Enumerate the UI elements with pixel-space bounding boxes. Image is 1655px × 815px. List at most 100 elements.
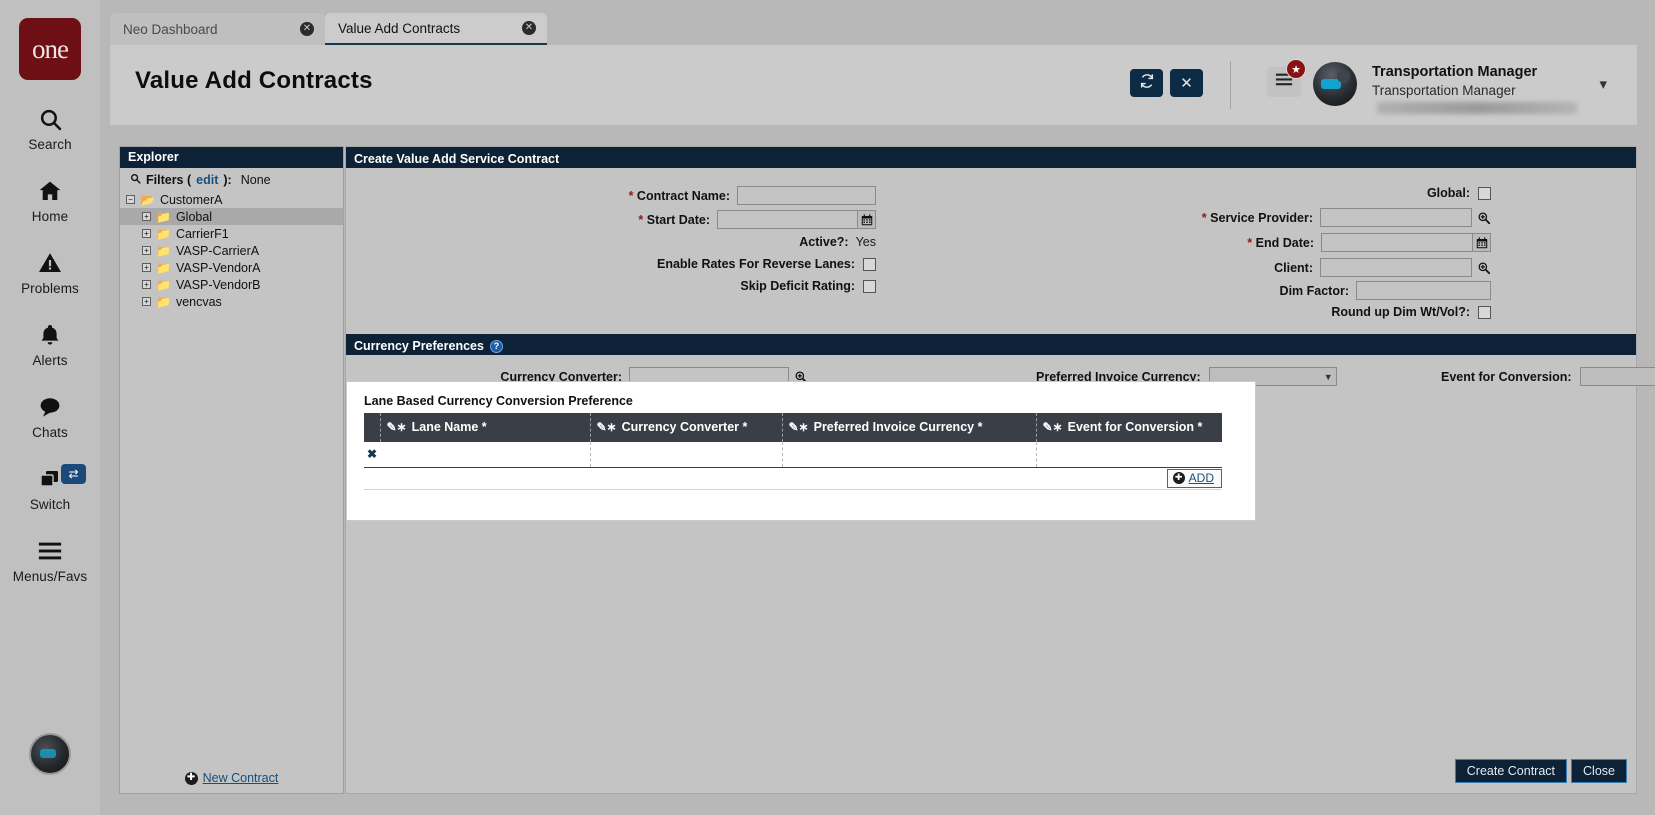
global-checkbox[interactable]	[1478, 186, 1491, 200]
help-icon[interactable]: ?	[489, 339, 503, 353]
sidebar-item-chats[interactable]: Chats	[0, 392, 100, 440]
tree-node-label: VASP-VendorA	[175, 260, 261, 275]
calendar-icon[interactable]	[1472, 233, 1491, 252]
client-input[interactable]	[1320, 258, 1472, 277]
required-marker: *	[628, 188, 634, 203]
close-button[interactable]: Close	[1571, 759, 1627, 783]
start-date-input[interactable]	[717, 210, 858, 229]
refresh-button[interactable]	[1130, 69, 1163, 97]
tree-node-vasp-carriera[interactable]: + 📁 VASP-CarrierA	[120, 242, 343, 259]
skip-deficit-rating-checkbox[interactable]	[863, 279, 876, 293]
folder-open-icon: 📂	[140, 192, 155, 207]
event-for-conversion-select[interactable]: ▼	[1579, 367, 1655, 386]
sidebar-item-search[interactable]: Search	[0, 104, 100, 152]
expand-icon[interactable]: +	[142, 246, 151, 255]
user-name: Transportation Manager	[1372, 64, 1538, 80]
edit-pencil-icon: ✎∗	[1042, 420, 1063, 434]
round-up-dim-checkbox[interactable]	[1478, 305, 1491, 319]
folder-icon: 📁	[156, 209, 171, 224]
cell-currency-converter[interactable]	[590, 442, 783, 468]
filters-value: None	[240, 173, 271, 187]
tree-node-vencvas[interactable]: + 📁 vencvas	[120, 293, 343, 310]
label-text: Contract Name:	[636, 188, 730, 203]
tree-node-label: vencvas	[175, 294, 222, 309]
expand-icon[interactable]: +	[142, 263, 151, 272]
sidebar-item-switch[interactable]: ⇄ Switch	[0, 464, 100, 512]
collapse-icon[interactable]: −	[126, 195, 135, 204]
chevron-down-icon: ▼	[1323, 371, 1333, 382]
service-provider-input[interactable]	[1320, 208, 1472, 227]
new-contract-link[interactable]: ✚ New Contract	[120, 771, 343, 785]
field-label-contract-name: * Contract Name:	[629, 189, 730, 203]
magnifier-icon[interactable]	[1477, 261, 1491, 275]
lane-currency-card: Lane Based Currency Conversion Preferenc…	[346, 381, 1256, 521]
field-start-date: * Start Date:	[346, 210, 876, 229]
chevron-down-icon[interactable]: ▾	[1599, 75, 1607, 93]
swap-arrows-icon[interactable]: ⇄	[61, 464, 86, 484]
main-content-panel: Create Value Add Service Contract * Cont…	[345, 146, 1655, 794]
expand-icon[interactable]: +	[142, 280, 151, 289]
magnifier-icon[interactable]	[1477, 211, 1491, 225]
tree-node-root[interactable]: − 📂 CustomerA	[120, 191, 343, 208]
tree-node-carrierf1[interactable]: + 📁 CarrierF1	[120, 225, 343, 242]
page-title: Value Add Contracts	[135, 67, 373, 94]
close-icon[interactable]: ✕	[522, 21, 536, 35]
column-label: Currency Converter *	[621, 420, 748, 434]
tab-value-add-contracts[interactable]: Value Add Contracts ✕	[325, 13, 547, 45]
table-header-spacer	[364, 413, 381, 442]
close-page-button[interactable]: ✕	[1170, 69, 1203, 97]
calendar-icon[interactable]	[857, 210, 876, 229]
delete-x-icon: ✖	[366, 447, 378, 462]
dim-factor-input[interactable]	[1356, 281, 1491, 300]
enable-reverse-lanes-checkbox[interactable]	[863, 257, 876, 271]
user-detail-redacted	[1377, 102, 1577, 114]
tree-node-vasp-vendorb[interactable]: + 📁 VASP-VendorB	[120, 276, 343, 293]
required-marker: *	[638, 212, 644, 227]
end-date-input[interactable]	[1321, 233, 1473, 252]
star-icon[interactable]: ★	[1286, 59, 1306, 79]
required-marker: *	[1201, 210, 1207, 225]
column-header-preferred-invoice-currency[interactable]: ✎∗ Preferred Invoice Currency *	[782, 413, 1037, 442]
sidebar-item-problems[interactable]: Problems	[0, 248, 100, 296]
plus-circle-icon: ✚	[1172, 471, 1185, 484]
expand-icon[interactable]: +	[142, 229, 151, 238]
edit-pencil-icon: ✎∗	[596, 420, 617, 434]
column-header-event-for-conversion[interactable]: ✎∗ Event for Conversion *	[1036, 413, 1222, 442]
contract-form: * Contract Name: * Start Date: Active?: …	[346, 168, 1636, 319]
add-row-button[interactable]: ✚ ADD	[1166, 468, 1222, 488]
tree-node-vasp-vendora[interactable]: + 📁 VASP-VendorA	[120, 259, 343, 276]
home-icon	[37, 176, 63, 206]
edit-pencil-icon: ✎∗	[386, 420, 407, 434]
column-header-currency-converter[interactable]: ✎∗ Currency Converter *	[590, 413, 783, 442]
sidebar-item-home[interactable]: Home	[0, 176, 100, 224]
field-label-end-date: * End Date:	[1247, 236, 1314, 250]
filters-edit-link[interactable]: edit	[196, 173, 218, 187]
brand-logo[interactable]: one	[19, 18, 81, 80]
cell-lane-name[interactable]	[380, 442, 591, 468]
field-skip-deficit-rating: Skip Deficit Rating:	[346, 279, 876, 293]
field-client: Client:	[946, 258, 1491, 277]
cell-preferred-invoice-currency[interactable]	[782, 442, 1037, 468]
user-role: Transportation Manager	[1372, 83, 1516, 98]
expand-icon[interactable]: +	[142, 212, 151, 221]
search-icon	[130, 173, 141, 187]
cell-event-for-conversion[interactable]	[1036, 442, 1222, 468]
sidebar-item-alerts[interactable]: Alerts	[0, 320, 100, 368]
lane-table-caption: Lane Based Currency Conversion Preferenc…	[364, 394, 633, 408]
section-title: Create Value Add Service Contract	[354, 152, 560, 166]
rail-avatar[interactable]	[29, 733, 71, 775]
expand-icon[interactable]: +	[142, 297, 151, 306]
tab-neo-dashboard[interactable]: Neo Dashboard ✕	[110, 13, 325, 45]
field-label-round-up-dim: Round up Dim Wt/Vol?:	[1331, 305, 1470, 319]
column-header-lane-name[interactable]: ✎∗ Lane Name *	[380, 413, 591, 442]
create-contract-button[interactable]: Create Contract	[1454, 759, 1567, 783]
delete-row-button[interactable]: ✖	[364, 442, 380, 468]
filters-label-end: ):	[223, 173, 232, 187]
sidebar-item-menus-favs[interactable]: Menus/Favs	[0, 536, 100, 584]
label-text: Service Provider:	[1210, 210, 1313, 225]
contract-name-input[interactable]	[737, 186, 876, 205]
avatar[interactable]	[1313, 62, 1357, 106]
field-label-active: Active?:	[799, 235, 849, 249]
close-icon[interactable]: ✕	[300, 22, 314, 36]
tree-node-global[interactable]: + 📁 Global	[120, 208, 343, 225]
